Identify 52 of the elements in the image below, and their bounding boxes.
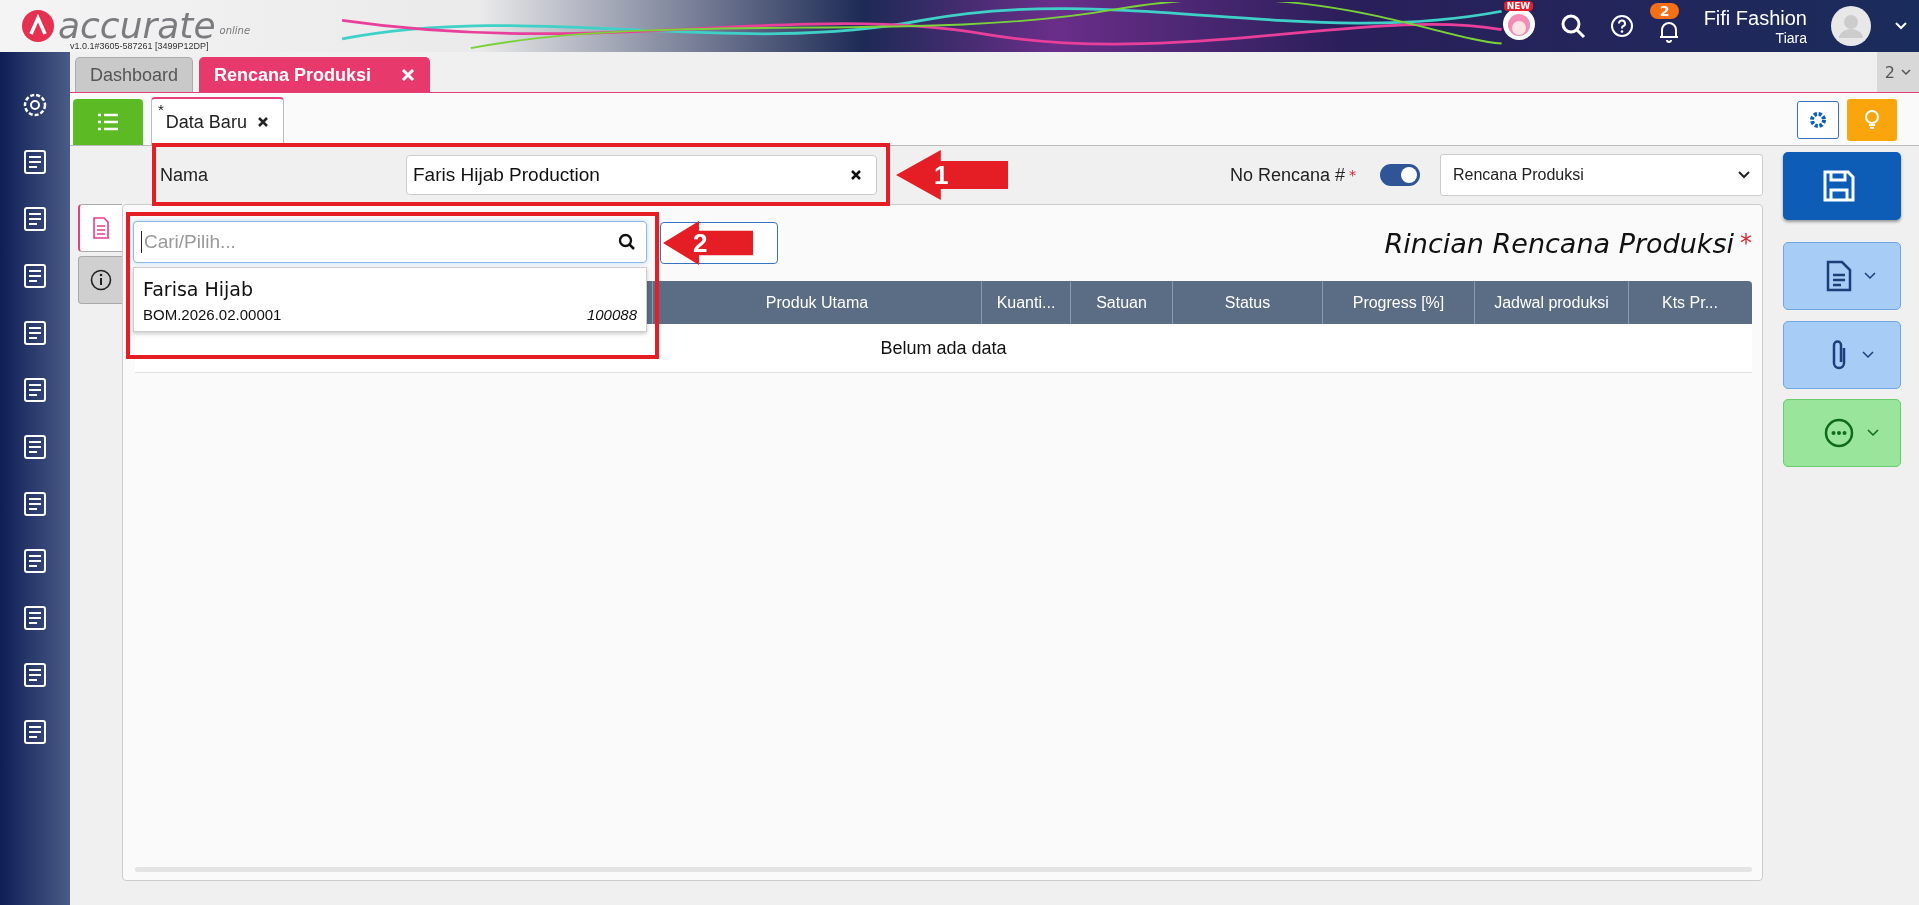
logo-icon bbox=[22, 10, 54, 42]
avatar-icon[interactable] bbox=[1831, 6, 1871, 46]
document-icon bbox=[1826, 260, 1852, 292]
required-mark: * bbox=[1740, 229, 1752, 257]
new-badge: NEW bbox=[1503, 1, 1534, 11]
more-icon bbox=[1823, 417, 1855, 449]
lightbulb-icon bbox=[1863, 109, 1881, 131]
company-name: Fifi Fashion bbox=[1703, 6, 1807, 30]
attachment-button[interactable] bbox=[1783, 321, 1901, 389]
save-button[interactable] bbox=[1783, 152, 1901, 220]
chevron-down-icon bbox=[1862, 351, 1874, 359]
logo-subtitle: online bbox=[219, 25, 251, 36]
clear-icon[interactable] bbox=[850, 169, 862, 181]
info-icon bbox=[89, 269, 112, 291]
more-button[interactable] bbox=[1783, 399, 1901, 467]
number-type-select[interactable]: Rencana Produksi bbox=[1440, 154, 1763, 196]
chevron-down-icon bbox=[1864, 272, 1876, 280]
chevron-down-icon[interactable] bbox=[1895, 22, 1907, 30]
module-tab[interactable]: Rencana Produksi bbox=[199, 57, 431, 92]
item-name: Farisa Hijab bbox=[143, 278, 255, 300]
field-label: No Rencana # bbox=[1229, 164, 1345, 186]
item-number: 100088 bbox=[586, 306, 637, 323]
suggestion-item[interactable]: Farisa Hijab BOM.2026.02.00001 100088 bbox=[134, 268, 646, 331]
version-text: v1.0.1#3605-587261 [3499P12DP] bbox=[70, 41, 209, 51]
help-icon[interactable] bbox=[1609, 14, 1634, 38]
field-label: Nama bbox=[160, 164, 209, 186]
name-field[interactable]: Faris Hijab Production bbox=[406, 155, 877, 195]
module-tab[interactable]: Dashboard bbox=[75, 57, 194, 92]
chevron-down-icon bbox=[1738, 171, 1750, 179]
save-icon bbox=[1821, 168, 1857, 204]
empty-message: Belum ada data bbox=[880, 337, 1007, 359]
user-name: Tiara bbox=[1775, 29, 1807, 46]
chevron-down-icon bbox=[1901, 68, 1911, 76]
notification-badge: 2 bbox=[1649, 3, 1680, 19]
required-mark: * bbox=[1349, 167, 1356, 183]
document-menu-button[interactable] bbox=[1783, 242, 1901, 310]
document-icon bbox=[92, 217, 110, 239]
list-icon bbox=[97, 112, 119, 132]
document-tab[interactable]: * Data Baru bbox=[151, 97, 284, 145]
settings-icon bbox=[1809, 111, 1827, 129]
toggle-switch[interactable] bbox=[1380, 164, 1420, 186]
chevron-down-icon bbox=[1867, 429, 1879, 437]
tab-overflow-button[interactable]: 2 bbox=[1876, 52, 1919, 92]
section-title: Rincian Rencana Produksi bbox=[1384, 227, 1734, 259]
close-icon[interactable] bbox=[256, 116, 269, 128]
search-field[interactable]: Cari/Pilih... bbox=[133, 221, 647, 263]
bell-icon[interactable] bbox=[1657, 19, 1680, 43]
settings-button[interactable] bbox=[1797, 101, 1839, 139]
search-icon[interactable] bbox=[618, 233, 636, 251]
item-code: BOM.2026.02.00001 bbox=[143, 306, 282, 323]
search-icon[interactable] bbox=[1559, 13, 1586, 39]
side-tab[interactable] bbox=[78, 256, 122, 304]
